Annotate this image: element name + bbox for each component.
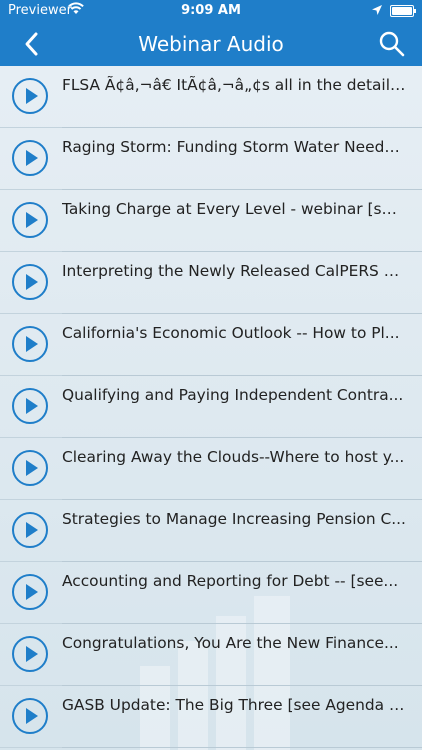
nav-bar: Webinar Audio xyxy=(0,22,422,66)
play-icon[interactable] xyxy=(11,449,49,487)
row-divider xyxy=(62,747,422,748)
webinar-title: Congratulations, You Are the New Finance… xyxy=(62,634,399,652)
list-item[interactable]: Clearing Away the Clouds--Where to host … xyxy=(0,438,422,500)
webinar-title: FLSA Ã¢â‚¬â€ ItÃ¢â‚¬â„¢s all in the deta… xyxy=(62,76,406,94)
webinar-title: Clearing Away the Clouds--Where to host … xyxy=(62,448,405,466)
search-icon[interactable] xyxy=(378,30,406,58)
list-item[interactable]: Strategies to Manage Increasing Pension … xyxy=(0,500,422,562)
webinar-title: Taking Charge at Every Level - webinar [… xyxy=(62,200,406,218)
status-time: 9:09 AM xyxy=(181,3,241,18)
webinar-title: Qualifying and Paying Independent Contra… xyxy=(62,386,404,404)
webinar-title: GASB Update: The Big Three [see Agenda p… xyxy=(62,696,406,714)
list-item[interactable]: Raging Storm: Funding Storm Water Needs.… xyxy=(0,128,422,190)
list-item[interactable]: GASB Update: The Big Three [see Agenda p… xyxy=(0,686,422,748)
webinar-title: Interpreting the Newly Released CalPERS … xyxy=(62,262,406,280)
play-icon[interactable] xyxy=(11,263,49,301)
play-icon[interactable] xyxy=(11,201,49,239)
play-icon[interactable] xyxy=(11,511,49,549)
location-arrow-icon xyxy=(372,5,382,15)
list-item[interactable]: California's Economic Outlook -- How to … xyxy=(0,314,422,376)
webinar-title: Raging Storm: Funding Storm Water Needs.… xyxy=(62,138,406,156)
webinar-title: California's Economic Outlook -- How to … xyxy=(62,324,400,342)
play-icon[interactable] xyxy=(11,325,49,363)
webinar-title: Accounting and Reporting for Debt -- [se… xyxy=(62,572,399,590)
play-icon[interactable] xyxy=(11,387,49,425)
play-icon[interactable] xyxy=(11,573,49,611)
webinar-list[interactable]: FLSA Ã¢â‚¬â€ ItÃ¢â‚¬â„¢s all in the deta… xyxy=(0,66,422,750)
play-icon[interactable] xyxy=(11,139,49,177)
status-bar: Previewer 9:09 AM xyxy=(0,0,422,22)
play-icon[interactable] xyxy=(11,635,49,673)
list-item[interactable]: Accounting and Reporting for Debt -- [se… xyxy=(0,562,422,624)
battery-icon xyxy=(390,5,416,17)
list-item[interactable]: Interpreting the Newly Released CalPERS … xyxy=(0,252,422,314)
page-title: Webinar Audio xyxy=(138,32,284,56)
list-item[interactable]: Congratulations, You Are the New Finance… xyxy=(0,624,422,686)
list-item[interactable]: Taking Charge at Every Level - webinar [… xyxy=(0,190,422,252)
play-icon[interactable] xyxy=(11,77,49,115)
list-item[interactable]: FLSA Ã¢â‚¬â€ ItÃ¢â‚¬â„¢s all in the deta… xyxy=(0,66,422,128)
list-item[interactable]: Qualifying and Paying Independent Contra… xyxy=(0,376,422,438)
webinar-title: Strategies to Manage Increasing Pension … xyxy=(62,510,406,528)
play-icon[interactable] xyxy=(11,697,49,735)
